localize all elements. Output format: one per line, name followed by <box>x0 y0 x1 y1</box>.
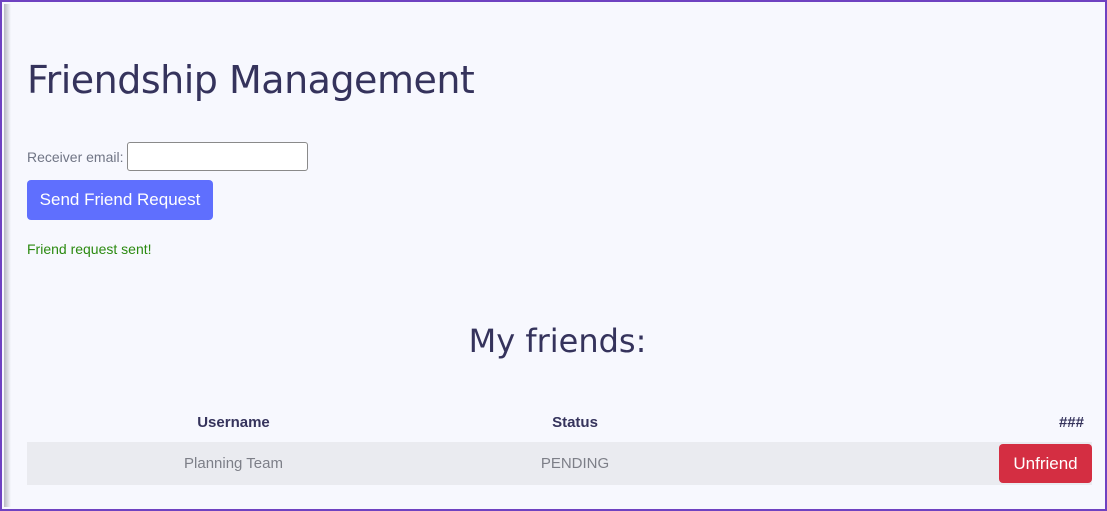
unfriend-button[interactable]: Unfriend <box>999 444 1092 483</box>
receiver-email-label: Receiver email: <box>27 148 124 165</box>
receiver-email-input[interactable] <box>127 142 309 171</box>
column-header-username: Username <box>197 413 270 431</box>
column-header-actions: ### <box>1058 413 1084 431</box>
page-title: Friendship Management <box>27 58 475 102</box>
friends-table: Username Status ### Planning Team PENDIN… <box>27 402 1092 485</box>
column-header-status: Status <box>552 413 598 431</box>
cell-username: Planning Team <box>27 442 440 485</box>
friend-request-form: Receiver email: <box>27 142 309 171</box>
table-row: Planning Team PENDING Unfriend <box>27 442 1092 485</box>
cell-actions: Unfriend <box>710 442 1092 485</box>
left-edge-shadow <box>4 4 11 507</box>
friends-heading: My friends: <box>468 322 647 360</box>
cell-status: PENDING <box>440 442 710 485</box>
page-frame: Friendship Management Receiver email: Se… <box>0 0 1107 511</box>
status-message: Friend request sent! <box>27 241 152 257</box>
table-header-row: Username Status ### <box>27 402 1092 442</box>
send-friend-request-button[interactable]: Send Friend Request <box>27 180 213 220</box>
